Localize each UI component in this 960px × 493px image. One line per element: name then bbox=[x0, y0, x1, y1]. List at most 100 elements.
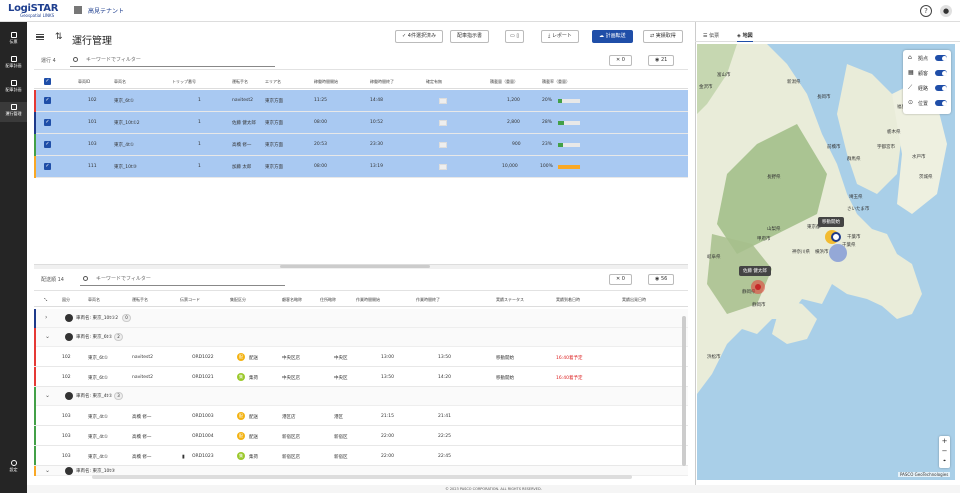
tenant-name[interactable]: 高見テナント bbox=[88, 6, 124, 15]
delivery-row[interactable]: 102 東京_6t① navitest2 ORD1021 集 集荷 中央区店 中… bbox=[34, 367, 688, 387]
layer-toggle[interactable] bbox=[935, 55, 947, 61]
col-actual-depart[interactable]: 実績出発日時 bbox=[622, 297, 646, 303]
col-vehicle-id[interactable]: 車両ID bbox=[78, 79, 90, 85]
page-title: 運行管理 bbox=[72, 36, 112, 47]
user-avatar-icon[interactable]: ● bbox=[940, 5, 952, 17]
col-area[interactable]: エリア名 bbox=[265, 79, 281, 85]
trips-filter-input[interactable]: キーワードでフィルター bbox=[70, 54, 275, 67]
map-label: 埼玉県 bbox=[849, 195, 863, 200]
layer-toggle[interactable] bbox=[935, 85, 947, 91]
layer-name: 顧客 bbox=[918, 71, 929, 77]
chevron-down-icon[interactable]: ⌄ bbox=[45, 333, 50, 340]
chevron-right-icon[interactable]: › bbox=[45, 314, 47, 321]
map-marker-cluster[interactable] bbox=[829, 244, 847, 262]
zoom-out-button[interactable]: − bbox=[939, 446, 950, 456]
col-slip-code[interactable]: 伝票コード bbox=[180, 297, 200, 303]
col-vehicle-name[interactable]: 車両名 bbox=[114, 79, 126, 85]
tab-map[interactable]: ◈ 地図 bbox=[737, 32, 753, 42]
layer-position[interactable]: ⊙ 位置 bbox=[907, 97, 949, 109]
help-icon[interactable]: ? bbox=[920, 5, 932, 17]
col-driver[interactable]: 運転手名 bbox=[232, 79, 248, 85]
sidebar-item-settings[interactable]: 設定 bbox=[0, 458, 27, 478]
col-group[interactable]: 図分 bbox=[62, 297, 70, 303]
sidebar-item-slip[interactable]: 伝票 bbox=[0, 30, 27, 50]
map-marker-blue[interactable] bbox=[831, 232, 841, 242]
trips-view-button[interactable]: ◉ 21 bbox=[648, 55, 675, 66]
col-work-start[interactable]: 作業時間開始 bbox=[356, 297, 380, 303]
layer-panel: ⌂ 拠点 ▦ 顧客 ⟋ 経路 ⊙ 位置 bbox=[903, 50, 951, 114]
col-actual-status[interactable]: 実績ステータス bbox=[496, 297, 524, 303]
deliveries-view-button[interactable]: ◉ 56 bbox=[648, 274, 675, 285]
delivery-row[interactable]: 103 東京_4t① 高橋 修一 ORD1004 配 配送 新宿区店 新宿区 2… bbox=[34, 426, 688, 446]
trip-row[interactable]: ✓ 102 東京_6t① 1 navitest2 東京方面 11:25 14:4… bbox=[34, 90, 688, 112]
report-button[interactable]: ⤓ レポート bbox=[541, 30, 579, 43]
cell-vehicle-name: 東京_6t① bbox=[114, 99, 134, 104]
trip-row[interactable]: ✓ 111 東京_10t③ 1 加藤 太郎 東京方面 08:00 13:19 1… bbox=[34, 156, 688, 178]
expand-all-icon[interactable]: ⤡ bbox=[44, 297, 47, 302]
row-checkbox[interactable]: ✓ bbox=[44, 119, 51, 126]
col-end[interactable]: 稼働時間終了 bbox=[370, 79, 394, 85]
col-work-end[interactable]: 作業時間終了 bbox=[416, 297, 440, 303]
zoom-reset-button[interactable]: ⌖ bbox=[939, 456, 950, 466]
layer-toggle[interactable] bbox=[935, 100, 947, 106]
cell-trip: 1 bbox=[198, 164, 201, 169]
row-checkbox[interactable]: ✓ bbox=[44, 163, 51, 170]
chevron-down-icon[interactable]: ⌄ bbox=[45, 467, 50, 474]
trip-row[interactable]: ✓ 103 東京_4t① 1 高橋 修一 東京方面 20:53 23:30 90… bbox=[34, 134, 688, 156]
col-address[interactable]: 住所略称 bbox=[320, 297, 336, 303]
horizontal-scrollbar[interactable] bbox=[92, 475, 632, 479]
delivery-group[interactable]: ⌄ 車両名: 東京_4t① 3 bbox=[34, 387, 688, 406]
map-callout-driver: 佐藤 健太郎 bbox=[739, 266, 771, 276]
cell-load-rate: 23% bbox=[542, 142, 553, 147]
col-customer[interactable]: 顧客名略称 bbox=[282, 297, 302, 303]
col-confirmed[interactable]: 確定有無 bbox=[426, 79, 442, 85]
col-start[interactable]: 稼働時間開始 bbox=[314, 79, 338, 85]
col-actual-arrive[interactable]: 実績到着日時 bbox=[556, 297, 580, 303]
trips-pin-button[interactable]: ✕ 0 bbox=[609, 55, 632, 66]
layer-toggle[interactable] bbox=[935, 70, 947, 76]
tab-slip[interactable]: ☰ 伝票 bbox=[703, 32, 719, 39]
chevron-down-icon[interactable]: ⌄ bbox=[45, 392, 50, 399]
trips-title: 運行 bbox=[41, 58, 52, 64]
actual-get-button[interactable]: ⇄ 実績取得 bbox=[643, 30, 683, 43]
layer-base[interactable]: ⌂ 拠点 bbox=[907, 52, 949, 64]
layout-toggle-button[interactable]: ▭ ▯ bbox=[505, 30, 525, 43]
delivery-group[interactable]: ⌄ 車両名: 東京_6t① 2 bbox=[34, 328, 688, 347]
deliveries-filter-input[interactable]: キーワードでフィルター bbox=[80, 273, 285, 286]
col-load[interactable]: 積載量（重量） bbox=[490, 79, 518, 85]
menu-icon[interactable] bbox=[36, 34, 44, 40]
delivery-row[interactable]: 102 東京_6t① navitest2 ORD1022 配 配送 中央区店 中… bbox=[34, 347, 688, 367]
cell-kind: 集荷 bbox=[249, 376, 258, 381]
col-vehicle-name[interactable]: 車両名 bbox=[88, 297, 100, 303]
confirmed-box bbox=[439, 164, 447, 170]
sidebar-item-dispatch-calendar[interactable]: 配車計画 bbox=[0, 78, 27, 98]
col-driver[interactable]: 運転手名 bbox=[132, 297, 148, 303]
delivery-row[interactable]: 103 東京_4t① 高橋 修一 ▮ ORD1023 集 集荷 新宿区店 新宿区… bbox=[34, 446, 688, 466]
zoom-in-button[interactable]: + bbox=[939, 436, 950, 446]
dispatch-sheet-button[interactable]: 配車指示書 bbox=[450, 30, 490, 43]
col-load-rate[interactable]: 積載率（重量） bbox=[542, 79, 570, 85]
sidebar-item-operation[interactable]: 運行管理 bbox=[0, 102, 27, 122]
splitter-handle[interactable] bbox=[280, 265, 430, 268]
selected-count-button[interactable]: ✓ 4件選択済み bbox=[395, 30, 443, 43]
delivery-group[interactable]: › 車両名: 東京_10t①2 0 bbox=[34, 309, 688, 328]
select-all-checkbox[interactable]: ✓ bbox=[44, 78, 51, 85]
sidebar-item-dispatch-plan[interactable]: 配車計画 bbox=[0, 54, 27, 74]
vertical-scrollbar[interactable] bbox=[682, 316, 686, 466]
deliveries-pin-button[interactable]: ✕ 0 bbox=[609, 274, 632, 285]
cell-code: ORD1022 bbox=[192, 355, 214, 360]
row-checkbox[interactable]: ✓ bbox=[44, 141, 51, 148]
plan-transfer-button[interactable]: ☁ 計画転送 bbox=[592, 30, 633, 43]
trip-row[interactable]: ✓ 101 東京_10t①2 1 佐藤 健太郎 東京方面 08:00 10:52… bbox=[34, 112, 688, 134]
cell-load-rate: 100% bbox=[540, 164, 553, 169]
delivery-row[interactable]: 103 東京_4t① 高橋 修一 ORD1003 配 配送 港区店 港区 21:… bbox=[34, 406, 688, 426]
cell-driver: 高橋 修一 bbox=[132, 435, 152, 440]
map-label: 前橋市 bbox=[827, 145, 841, 150]
map-label: 静岡市 bbox=[752, 303, 766, 308]
col-trip-no[interactable]: トリップ番号 bbox=[172, 79, 196, 85]
col-kind[interactable]: 集配区分 bbox=[230, 297, 246, 303]
layer-route[interactable]: ⟋ 経路 bbox=[907, 82, 949, 94]
layer-customer[interactable]: ▦ 顧客 bbox=[907, 67, 949, 79]
load-rate-fill bbox=[558, 99, 563, 103]
row-checkbox[interactable]: ✓ bbox=[44, 97, 51, 104]
